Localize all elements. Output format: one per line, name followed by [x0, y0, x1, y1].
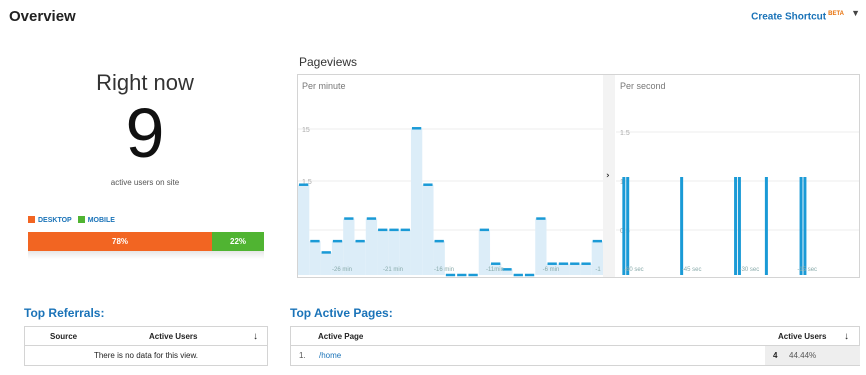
- row-percent: 44.44%: [789, 351, 817, 360]
- minute-bar: [354, 241, 366, 275]
- active-users-count: 9: [125, 94, 165, 172]
- legend-desktop-label: DESKTOP: [38, 217, 72, 224]
- chevron-down-icon[interactable]: ▼: [851, 8, 860, 18]
- second-spike: [626, 177, 630, 275]
- device-legend: DESKTOP MOBILE: [28, 216, 115, 224]
- create-shortcut-link[interactable]: Create Shortcut BETA: [751, 11, 844, 22]
- minute-bar: [320, 252, 332, 275]
- legend-mobile-label: MOBILE: [87, 217, 115, 224]
- x-tick-label: -16 min: [434, 267, 454, 273]
- row-users: 4: [773, 351, 778, 360]
- page-link[interactable]: /home: [319, 351, 341, 360]
- row-index: 1.: [299, 351, 306, 360]
- second-spike: [764, 177, 768, 275]
- x-tick-label: -45 sec: [682, 267, 702, 273]
- active-users-column-header[interactable]: Active Users: [778, 332, 826, 341]
- desktop-swatch: [28, 216, 35, 223]
- minute-bar: [309, 241, 321, 275]
- minute-bar: [410, 128, 423, 275]
- minute-bar: [422, 184, 434, 275]
- page-title: Overview: [9, 8, 76, 25]
- table-header: Active Page Active Users ↓: [291, 327, 859, 346]
- source-column-header[interactable]: Source: [50, 332, 77, 341]
- x-tick-label: -60 sec: [624, 267, 644, 273]
- x-tick-label: -30 sec: [740, 267, 760, 273]
- top-pages-table: Active Page Active Users ↓ 1. /home 4 44…: [290, 326, 860, 366]
- second-spike: [799, 177, 803, 275]
- minute-bar: [557, 263, 570, 275]
- x-tick-label: -15 sec: [797, 267, 817, 273]
- active-users-label: active users on site: [110, 178, 180, 187]
- empty-message: There is no data for this view.: [93, 351, 199, 360]
- arrow-down-icon[interactable]: ↓: [253, 331, 258, 342]
- x-tick-label: -11min: [486, 267, 504, 273]
- second-spike: [680, 177, 684, 275]
- pageviews-title: Pageviews: [299, 55, 358, 69]
- second-spike: [737, 177, 741, 275]
- y-tick-label: 15: [302, 127, 310, 134]
- active-users-column-header[interactable]: Active Users: [149, 332, 197, 341]
- minute-bar: [580, 263, 592, 275]
- legend-desktop: DESKTOP: [28, 216, 72, 224]
- table-header: Source Active Users ↓: [25, 327, 267, 346]
- minute-bar: [569, 263, 581, 275]
- top-referrals-table: Source Active Users ↓ There is no data f…: [24, 326, 268, 366]
- arrow-down-icon[interactable]: ↓: [844, 331, 849, 342]
- x-tick-label: -21 min: [383, 267, 403, 273]
- x-tick-label: -6 min: [543, 267, 560, 273]
- active-page-column-header[interactable]: Active Page: [318, 332, 363, 341]
- device-split-bar: 78% 22%: [28, 232, 264, 251]
- second-spike: [622, 177, 626, 275]
- create-shortcut-label: Create Shortcut: [751, 11, 827, 23]
- chevron-right-icon: ›: [606, 171, 610, 181]
- minute-bar: [365, 218, 378, 275]
- second-spike: [734, 177, 738, 275]
- table-row: 1. /home 4 44.44%: [291, 346, 860, 365]
- per-minute-label: Per minute: [302, 81, 346, 91]
- mobile-swatch: [77, 216, 85, 223]
- x-tick-label: -26 min: [332, 267, 352, 273]
- y-tick-label: 1.5: [620, 130, 630, 137]
- top-pages-title: Top Active Pages:: [290, 306, 393, 320]
- minute-bar: [298, 184, 310, 275]
- legend-mobile: MOBILE: [77, 216, 115, 224]
- desktop-segment: 78%: [28, 232, 213, 251]
- mobile-segment: 22%: [212, 232, 264, 251]
- second-spike: [803, 177, 807, 275]
- device-bar-shadow: [28, 251, 264, 259]
- top-referrals-title: Top Referrals:: [24, 306, 105, 320]
- x-tick-label: -1: [595, 267, 601, 273]
- pageviews-chart: Per minute151.51-26 min-21 min-16 min-11…: [297, 74, 860, 278]
- pageviews-chart-svg: Per minute151.51-26 min-21 min-16 min-11…: [298, 75, 859, 277]
- per-second-label: Per second: [620, 81, 666, 91]
- beta-badge: BETA: [828, 11, 844, 17]
